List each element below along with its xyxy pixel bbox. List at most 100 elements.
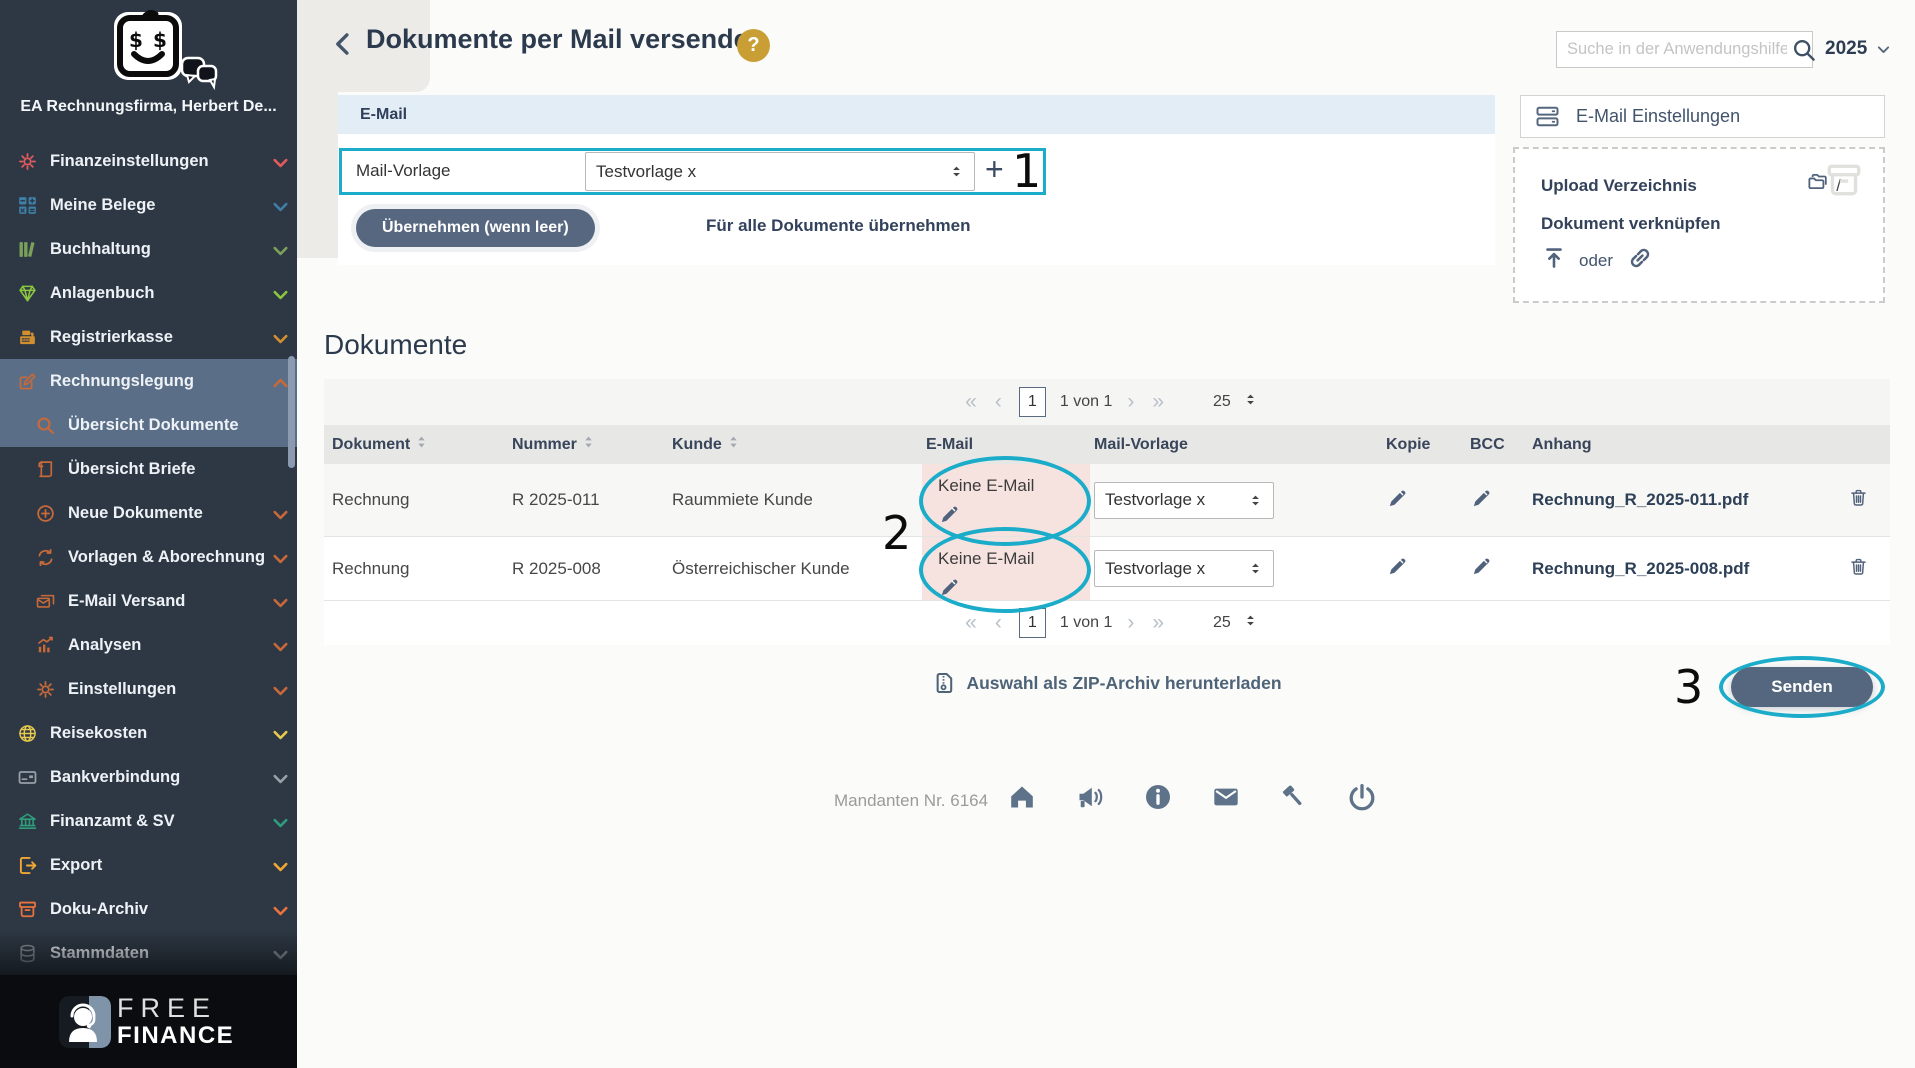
column-header-nummer[interactable]: Nummer — [508, 435, 668, 454]
mail-vorlage-value: Testvorlage x — [596, 162, 696, 182]
zip-file-icon — [932, 670, 956, 696]
row-mail-vorlage-select[interactable]: Testvorlage x — [1094, 550, 1274, 587]
home-icon[interactable] — [1007, 782, 1037, 812]
sidebar-item-e-mail-versand[interactable]: E-Mail Versand — [0, 579, 297, 623]
uebernehmen-button[interactable]: Übernehmen (wenn leer) — [356, 209, 595, 247]
logo-text-free: FREE — [117, 995, 234, 1022]
main-content: Dokumente per Mail versenden ? 2025 E-Ma… — [297, 0, 1915, 1068]
chevron-down-icon — [270, 681, 287, 698]
sidebar-item-finanzeinstellungen[interactable]: Finanzeinstellungen — [0, 139, 297, 183]
sidebar-item-label: Stammdaten — [50, 944, 149, 963]
chevron-down-icon — [270, 505, 287, 522]
page-title: Dokumente per Mail versenden — [366, 24, 765, 55]
sidebar-item-uebersicht-briefe[interactable]: Übersicht Briefe — [0, 447, 297, 491]
power-icon[interactable] — [1347, 782, 1377, 812]
next-page-button[interactable]: › — [1118, 611, 1143, 635]
sidebar-item-registrierkasse[interactable]: Registrierkasse — [0, 315, 297, 359]
page-size-stepper[interactable] — [1243, 613, 1258, 633]
trash-icon[interactable] — [1848, 487, 1874, 513]
sort-icon[interactable] — [416, 435, 427, 454]
first-page-button[interactable]: « — [956, 611, 986, 635]
page-number-input[interactable]: 1 — [1019, 608, 1046, 638]
table-row: RechnungR 2025-008Österreichischer Kunde… — [324, 537, 1890, 601]
sidebar-item-rechnungslegung[interactable]: Rechnungslegung — [0, 359, 297, 403]
sidebar-item-doku-archiv[interactable]: Doku-Archiv — [0, 887, 297, 931]
gavel-icon[interactable] — [1279, 782, 1309, 812]
sidebar-item-reisekosten[interactable]: Reisekosten — [0, 711, 297, 755]
sidebar-item-anlagenbuch[interactable]: Anlagenbuch — [0, 271, 297, 315]
email-settings-label: E-Mail Einstellungen — [1576, 106, 1740, 127]
year-value: 2025 — [1825, 38, 1867, 60]
attachment-link[interactable]: Rechnung_R_2025-011.pdf — [1532, 490, 1748, 509]
trash-icon[interactable] — [1848, 556, 1874, 582]
chevron-down-icon — [270, 549, 287, 566]
page-size-stepper[interactable] — [1243, 392, 1258, 412]
export-icon — [16, 854, 38, 876]
prev-page-button[interactable]: ‹ — [986, 390, 1011, 414]
card-icon — [16, 766, 38, 788]
link-icon[interactable] — [1625, 244, 1655, 277]
sort-icon[interactable] — [728, 435, 739, 454]
next-page-button[interactable]: › — [1118, 390, 1143, 414]
sidebar-item-analysen[interactable]: Analysen — [0, 623, 297, 667]
edit-bcc-icon[interactable] — [1470, 563, 1494, 582]
add-template-button[interactable]: + — [985, 150, 1004, 188]
year-dropdown[interactable]: 2025 — [1825, 38, 1892, 60]
mail-vorlage-select[interactable]: Testvorlage x — [585, 152, 975, 191]
sidebar-item-export[interactable]: Export — [0, 843, 297, 887]
edit-bcc-icon[interactable] — [1470, 495, 1494, 514]
apply-all-link[interactable]: Für alle Dokumente übernehmen — [706, 216, 971, 236]
sidebar-item-bankverbindung[interactable]: Bankverbindung — [0, 755, 297, 799]
chevron-down-icon — [270, 637, 287, 654]
search-input[interactable] — [1557, 40, 1791, 59]
sidebar-item-buchhaltung[interactable]: Buchhaltung — [0, 227, 297, 271]
logo-text-finance: FINANCE — [117, 1024, 234, 1048]
freefinance-logo: FREE FINANCE — [0, 975, 297, 1068]
sidebar-item-uebersicht-dokumente[interactable]: Übersicht Dokumente — [0, 403, 297, 447]
server-stack-icon — [1535, 104, 1560, 129]
edit-email-icon[interactable] — [938, 575, 962, 599]
sidebar-item-vorlagen-aborechnung[interactable]: Vorlagen & Aborechnung — [0, 535, 297, 579]
edit-kopie-icon[interactable] — [1386, 495, 1410, 514]
mail-vorlage-label: Mail-Vorlage — [356, 161, 451, 181]
first-page-button[interactable]: « — [956, 390, 986, 414]
sidebar-item-neue-dokumente[interactable]: Neue Dokumente — [0, 491, 297, 535]
last-page-button[interactable]: » — [1143, 390, 1173, 414]
books-icon — [16, 238, 38, 260]
gear-icon — [34, 678, 56, 700]
sidebar-item-stammdaten[interactable]: Stammdaten — [0, 931, 297, 975]
row-mail-vorlage-select[interactable]: Testvorlage x — [1094, 482, 1274, 519]
sidebar-item-label: Meine Belege — [50, 196, 155, 215]
column-header-kunde[interactable]: Kunde — [668, 435, 922, 454]
attachment-link[interactable]: Rechnung_R_2025-008.pdf — [1532, 559, 1749, 578]
sidebar-item-label: Anlagenbuch — [50, 284, 155, 303]
documents-table: «‹11 von 1›»25 DokumentNummerKundeE-Mail… — [324, 379, 1890, 645]
chevron-down-icon — [1875, 41, 1892, 58]
last-page-button[interactable]: » — [1143, 611, 1173, 635]
page-number-input[interactable]: 1 — [1019, 387, 1046, 417]
upload-dropzone[interactable]: Upload Verzeichnis / Dokument verknüpfen… — [1513, 147, 1885, 303]
sidebar-item-finanzamt-sv[interactable]: Finanzamt & SV — [0, 799, 297, 843]
edit-email-icon[interactable] — [938, 502, 962, 526]
edit-kopie-icon[interactable] — [1386, 563, 1410, 582]
gem-icon — [16, 282, 38, 304]
sidebar-item-label: Registrierkasse — [50, 328, 173, 347]
sort-icon[interactable] — [583, 435, 594, 454]
mail-icon[interactable] — [1211, 782, 1241, 812]
zip-download-link[interactable]: Auswahl als ZIP-Archiv herunterladen — [324, 670, 1890, 696]
sidebar-item-label: Übersicht Dokumente — [68, 416, 239, 435]
prev-page-button[interactable]: ‹ — [986, 611, 1011, 635]
megaphone-icon[interactable] — [1075, 782, 1105, 812]
senden-button[interactable]: Senden — [1731, 667, 1873, 707]
db-icon — [16, 942, 38, 964]
sidebar-item-einstellungen[interactable]: Einstellungen — [0, 667, 297, 711]
upload-icon[interactable] — [1541, 245, 1567, 276]
back-button[interactable] — [330, 27, 360, 61]
email-settings-button[interactable]: E-Mail Einstellungen — [1520, 95, 1885, 138]
search-icon[interactable] — [1791, 37, 1817, 63]
help-button[interactable]: ? — [737, 29, 770, 62]
info-icon[interactable] — [1143, 782, 1173, 812]
sidebar-scrollbar[interactable] — [288, 356, 295, 468]
sidebar-item-meine-belege[interactable]: Meine Belege — [0, 183, 297, 227]
column-header-dokument[interactable]: Dokument — [324, 435, 508, 454]
